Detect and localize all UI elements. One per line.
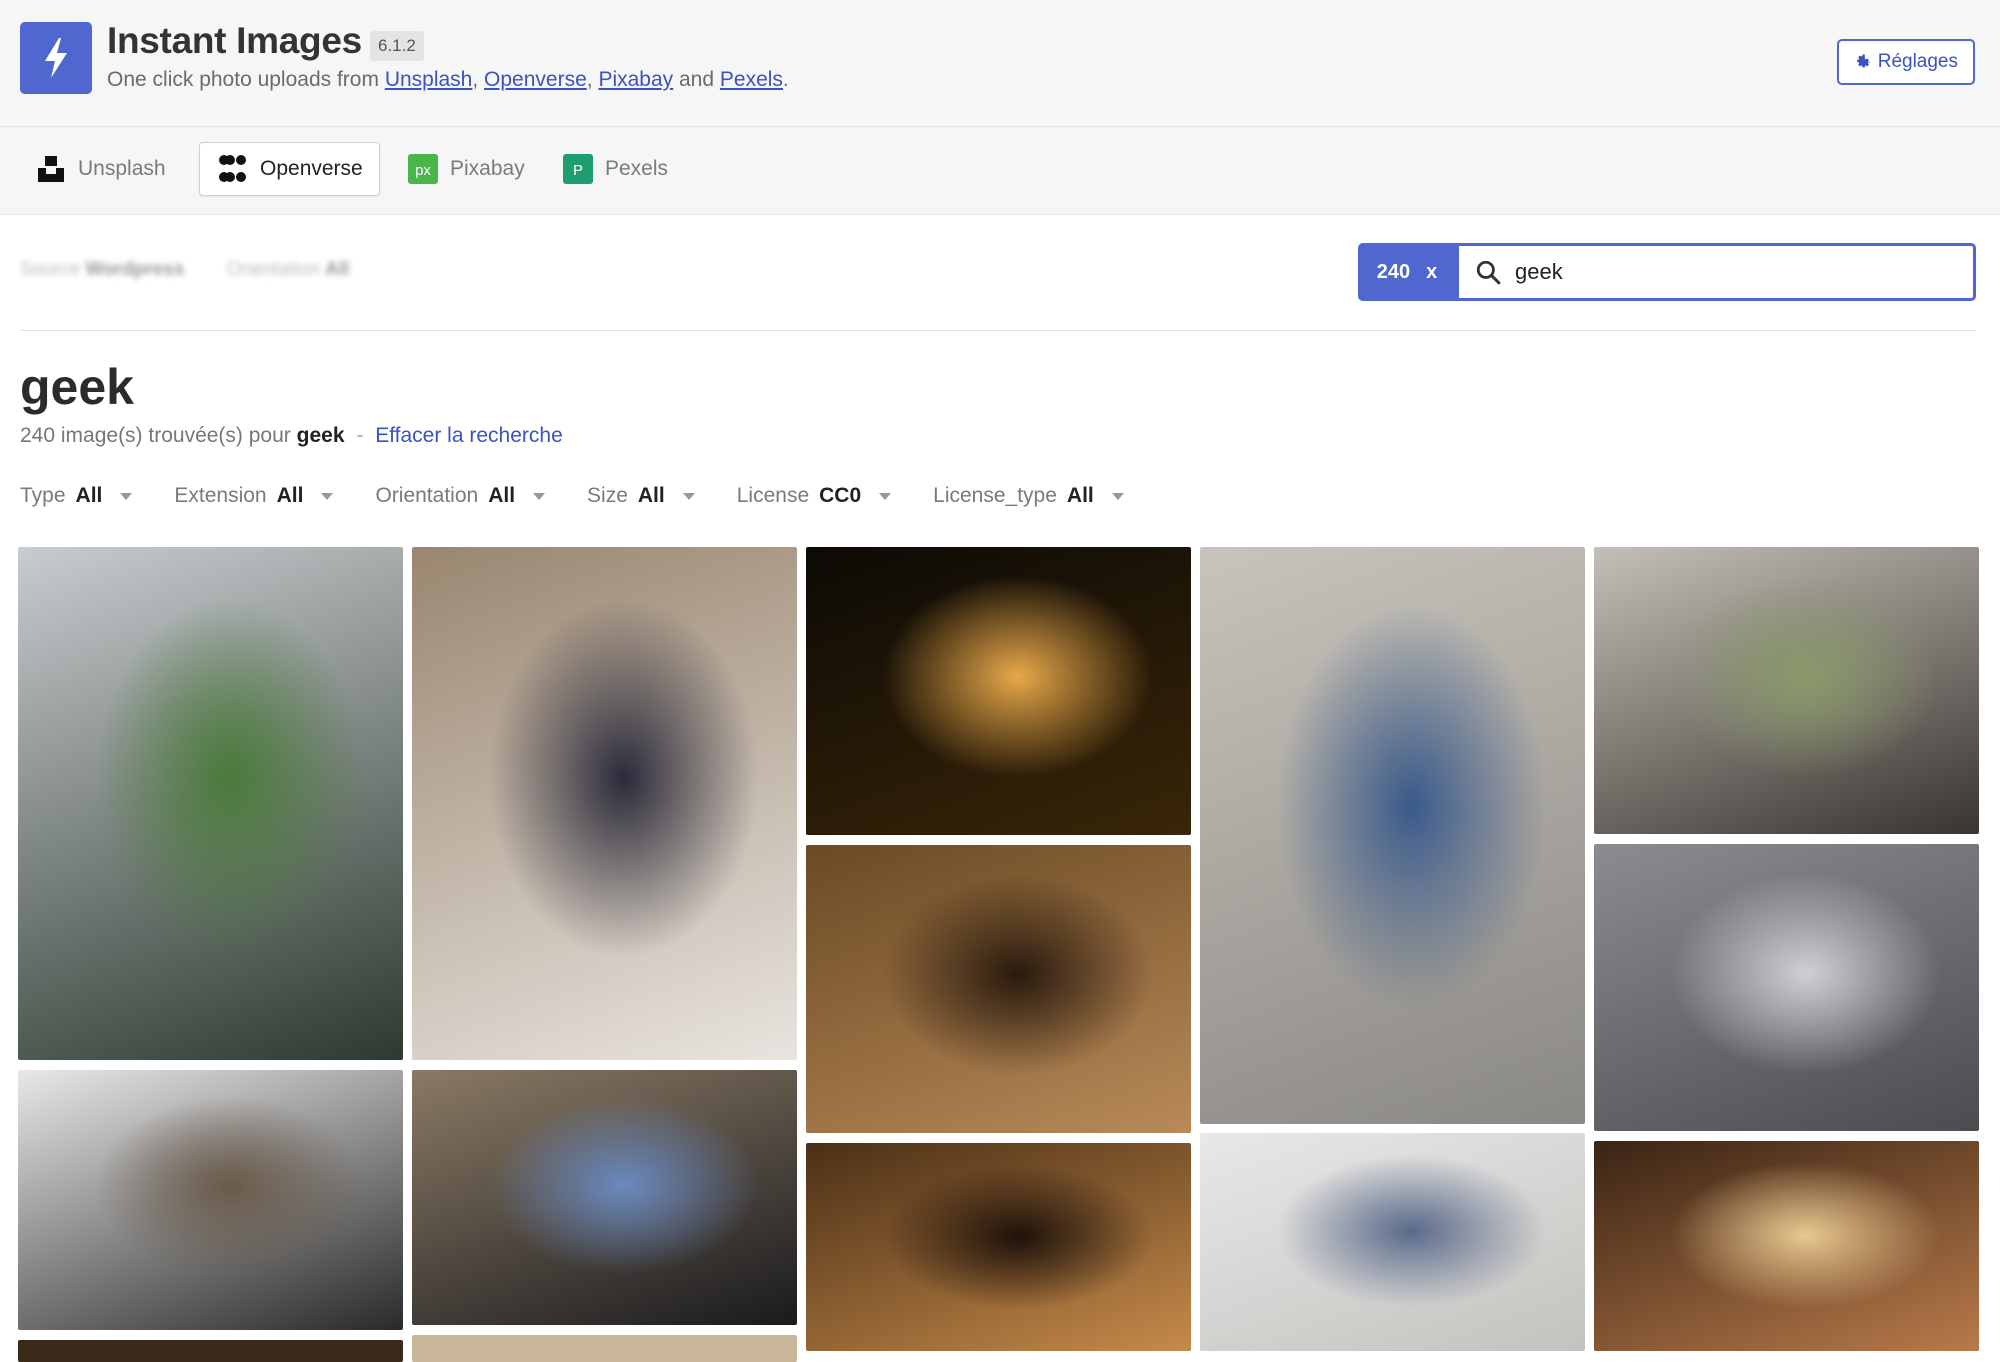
pixabay-link[interactable]: Pixabay [598, 68, 673, 91]
openverse-icon [219, 155, 246, 182]
unsplash-icon [38, 156, 64, 182]
boutique-window-photo[interactable] [1594, 844, 1979, 1131]
filter-license[interactable]: License CC0 [737, 484, 892, 508]
vr-headset-geek-photo[interactable] [18, 547, 403, 1060]
tab-openverse[interactable]: Openverse [199, 142, 380, 196]
instant-images-logo [20, 22, 92, 94]
openverse-link[interactable]: Openverse [484, 68, 587, 91]
photo-tile-partial[interactable] [412, 1335, 797, 1362]
search-icon [1476, 260, 1501, 285]
chevron-down-icon [321, 492, 334, 500]
tab-pexels[interactable]: P Pexels [547, 142, 684, 196]
people-meeting-photo[interactable] [1200, 1133, 1585, 1351]
chevron-down-icon [1111, 492, 1124, 500]
filter-extension[interactable]: Extension All [174, 484, 334, 508]
video-chat-photo[interactable] [18, 1070, 403, 1330]
filter-type[interactable]: Type All [20, 484, 133, 508]
settings-button[interactable]: Réglages [1836, 39, 1975, 85]
divider [20, 330, 1976, 331]
chevron-down-icon [879, 492, 892, 500]
unsplash-link[interactable]: Unsplash [385, 68, 473, 91]
search-box [1456, 243, 1976, 301]
chevron-down-icon [533, 492, 546, 500]
iphone-rocks-photo[interactable] [412, 1070, 797, 1325]
svg-text:P: P [573, 162, 583, 179]
filter-license-type[interactable]: License_type All [933, 484, 1124, 508]
pixabay-icon: px [408, 154, 438, 184]
man-restaurant-photo[interactable] [806, 845, 1191, 1133]
pexels-icon: P [563, 154, 593, 184]
filter-orientation[interactable]: Orientation All [375, 484, 546, 508]
app-title: Instant Images [107, 20, 362, 61]
tagline: One click photo uploads from Unsplash, O… [107, 68, 789, 91]
filter-size[interactable]: Size All [587, 484, 695, 508]
lightning-bolt-icon [45, 38, 67, 78]
tab-pixabay[interactable]: px Pixabay [392, 142, 541, 196]
blurred-source-filters: Source Wordpress Orientation All [20, 259, 350, 280]
man-bearded-restaurant-photo[interactable] [806, 1143, 1191, 1351]
tab-unsplash[interactable]: Unsplash [20, 142, 182, 196]
yoga-stretch-photo[interactable] [1200, 547, 1585, 1124]
gear-icon [1856, 54, 1870, 68]
version-badge: 6.1.2 [370, 31, 424, 61]
chevron-down-icon [120, 492, 133, 500]
results-summary: 240 image(s) trouvée(s) pour geek - Effa… [20, 424, 563, 447]
yoga-class-photo[interactable] [1594, 547, 1979, 834]
results-filters: Type All Extension All Orientation All Size… [20, 484, 1124, 508]
source-tabs: Unsplash Openverse px Pixabay P Pexels [0, 127, 2000, 215]
clear-search-x[interactable]: x [1426, 261, 1437, 284]
photo-tile-partial[interactable] [18, 1340, 403, 1362]
search-input[interactable] [1513, 258, 1947, 286]
lamps-photo[interactable] [806, 547, 1191, 835]
results-count-badge[interactable]: 240 x [1358, 243, 1456, 301]
svg-text:px: px [415, 162, 431, 179]
app-header: Instant Images 6.1.2 One click photo upl… [0, 0, 2000, 127]
clear-search-link[interactable]: Effacer la recherche [375, 424, 563, 447]
chevron-down-icon [682, 492, 695, 500]
results-heading: geek [20, 359, 134, 415]
people-kiss-photo[interactable] [1594, 1141, 1979, 1351]
pexels-link[interactable]: Pexels [720, 68, 783, 91]
geeks-bearing-gifts-photo[interactable] [412, 547, 797, 1060]
